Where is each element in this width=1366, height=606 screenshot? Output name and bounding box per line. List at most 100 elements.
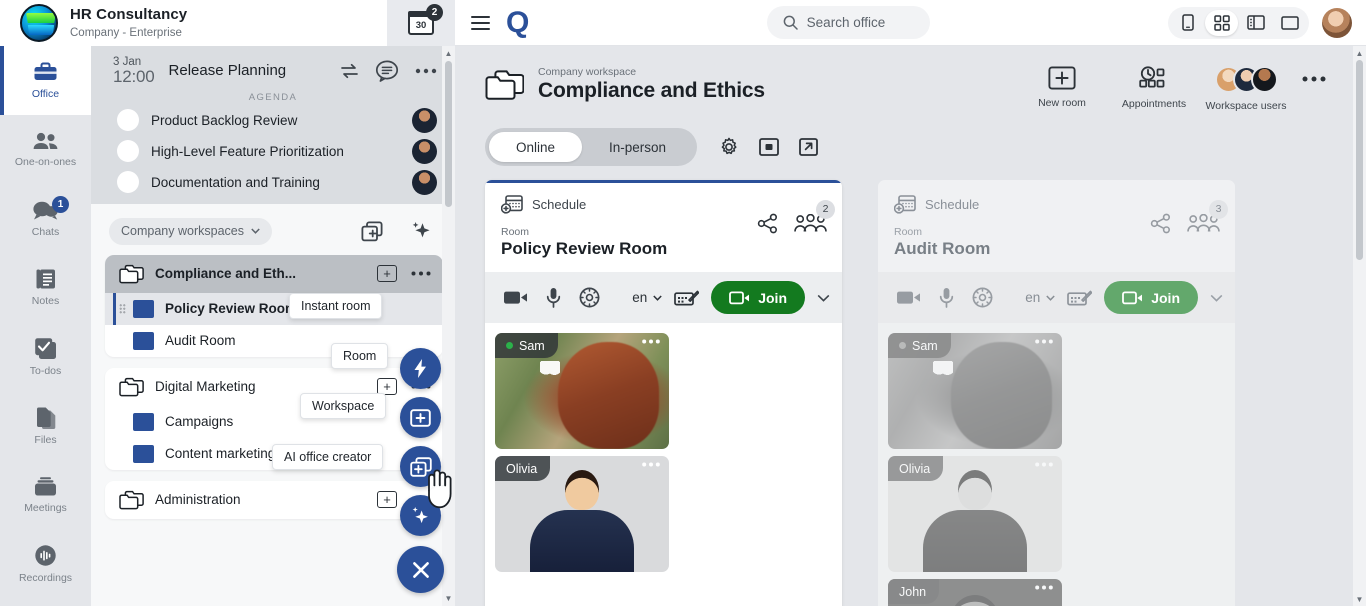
schedule-button[interactable]: Schedule xyxy=(894,194,1221,214)
scroll-down-icon[interactable]: ▼ xyxy=(442,591,455,606)
sidebar-item-meetings[interactable]: Meetings xyxy=(0,460,91,529)
sparkle-icon[interactable] xyxy=(411,220,433,242)
picture-in-picture-icon[interactable] xyxy=(759,138,779,156)
participants-button[interactable]: 3 xyxy=(1187,214,1220,234)
agenda-caption: AGENDA xyxy=(91,92,455,103)
add-workspace-icon[interactable] xyxy=(361,221,383,242)
scrollbar-thumb[interactable] xyxy=(1356,60,1363,260)
workspace-actions: + xyxy=(377,265,431,282)
whiteboard-icon[interactable] xyxy=(1067,289,1092,307)
more-icon[interactable] xyxy=(1035,462,1053,467)
more-icon[interactable] xyxy=(1035,339,1053,344)
drag-handle[interactable] xyxy=(119,303,126,314)
gear-icon[interactable] xyxy=(719,137,739,157)
more-icon[interactable] xyxy=(1035,585,1053,590)
new-workspace-button[interactable] xyxy=(400,446,441,487)
more-icon[interactable] xyxy=(642,339,660,344)
main-scrollbar[interactable]: ▲ ▼ xyxy=(1353,46,1366,606)
room-item-campaigns[interactable]: Campaigns xyxy=(105,406,443,438)
sidebar-item-recordings[interactable]: Recordings xyxy=(0,529,91,598)
microphone-icon[interactable] xyxy=(546,287,561,308)
join-button[interactable]: Join xyxy=(711,281,805,314)
more-icon[interactable] xyxy=(411,271,431,276)
sidebar-item-label: To-dos xyxy=(30,365,62,377)
sidebar-item-notes[interactable]: Notes xyxy=(0,253,91,322)
tooltip-instant-room: Instant room xyxy=(289,293,382,319)
language-selector[interactable]: en xyxy=(1025,290,1055,305)
room-item-audit[interactable]: Audit Room xyxy=(105,325,443,357)
tab-online[interactable]: Online xyxy=(489,132,582,162)
more-icon[interactable] xyxy=(1292,76,1336,82)
list-item[interactable]: Documentation and Training xyxy=(101,167,445,198)
join-options-chevron-down-icon[interactable] xyxy=(1210,294,1223,302)
view-toggle-mobile[interactable] xyxy=(1171,10,1204,36)
join-options-chevron-down-icon[interactable] xyxy=(817,294,830,302)
appointments-button[interactable]: Appointments xyxy=(1108,66,1200,110)
camera-icon[interactable] xyxy=(896,289,921,306)
participant-tile-sam[interactable]: Sam xyxy=(888,333,1062,449)
expand-icon[interactable] xyxy=(799,138,818,156)
list-item[interactable]: High-Level Feature Prioritization xyxy=(101,136,445,167)
participant-tile-olivia[interactable]: Olivia xyxy=(888,456,1062,572)
whiteboard-icon[interactable] xyxy=(674,289,699,307)
new-room-button[interactable] xyxy=(400,397,441,438)
scroll-up-icon[interactable]: ▲ xyxy=(442,46,455,61)
list-item[interactable]: Product Backlog Review xyxy=(101,105,445,136)
plus-square-icon xyxy=(410,409,431,427)
plus-square-icon[interactable]: + xyxy=(377,265,397,282)
calendar-button[interactable]: 30 2 xyxy=(387,0,455,46)
view-toggle-single[interactable] xyxy=(1273,10,1306,36)
more-icon[interactable] xyxy=(642,462,660,467)
scroll-up-icon[interactable]: ▲ xyxy=(1353,46,1366,60)
view-toggle-split[interactable] xyxy=(1239,10,1272,36)
sidebar-item-chats[interactable]: 1 Chats xyxy=(0,184,91,253)
scroll-down-icon[interactable]: ▼ xyxy=(1353,592,1366,606)
workspace-selector[interactable]: Company workspaces xyxy=(109,218,272,245)
hamburger-icon[interactable] xyxy=(471,16,490,30)
participant-name: Sam xyxy=(912,339,938,353)
workspace-header-administration[interactable]: Administration + xyxy=(105,481,443,519)
meetings-icon xyxy=(33,476,58,497)
view-toggle-grid[interactable] xyxy=(1205,10,1238,36)
agenda-checkbox[interactable] xyxy=(117,109,139,131)
company-plan: Company - Enterprise xyxy=(70,26,187,40)
settings-icon[interactable] xyxy=(972,287,993,308)
language-selector[interactable]: en xyxy=(632,290,662,305)
sidebar-item-one-on-ones[interactable]: One-on-ones xyxy=(0,115,91,184)
workspace-header-digital-marketing[interactable]: Digital Marketing + xyxy=(105,368,443,406)
share-icon[interactable] xyxy=(1150,213,1171,234)
participant-tile-olivia[interactable]: Olivia xyxy=(495,456,669,572)
chats-badge: 1 xyxy=(52,196,69,213)
workspace-users-button[interactable]: Workspace users xyxy=(1200,66,1292,112)
participant-tile-john[interactable]: John xyxy=(888,579,1062,606)
close-fab-menu-button[interactable] xyxy=(397,546,444,593)
tab-in-person[interactable]: In-person xyxy=(582,132,693,162)
scrollbar-thumb[interactable] xyxy=(445,61,452,207)
share-icon[interactable] xyxy=(757,213,778,234)
room-item-policy-review[interactable]: Policy Review Room xyxy=(105,293,443,325)
participant-tile-sam[interactable]: Sam xyxy=(495,333,669,449)
tab-bar: Online In-person xyxy=(455,112,1366,166)
search-input[interactable]: Search office xyxy=(767,6,930,39)
agenda-checkbox[interactable] xyxy=(117,140,139,162)
sidebar-item-office[interactable]: Office xyxy=(0,46,91,115)
camera-icon[interactable] xyxy=(503,289,528,306)
participants-button[interactable]: 2 xyxy=(794,214,827,234)
ai-office-creator-button[interactable] xyxy=(400,495,441,536)
transfer-icon[interactable] xyxy=(340,63,359,79)
chat-icon[interactable] xyxy=(375,60,399,82)
user-avatar[interactable] xyxy=(1322,8,1352,38)
sparkle-icon xyxy=(410,505,431,526)
plus-square-icon[interactable]: + xyxy=(377,491,397,508)
instant-room-button[interactable] xyxy=(400,348,441,389)
agenda-checkbox[interactable] xyxy=(117,171,139,193)
workspace-header-compliance[interactable]: Compliance and Eth... + xyxy=(105,255,443,293)
settings-icon[interactable] xyxy=(579,287,600,308)
microphone-icon[interactable] xyxy=(939,287,954,308)
new-room-button[interactable]: New room xyxy=(1016,66,1108,109)
more-icon[interactable] xyxy=(415,68,437,74)
sidebar-item-files[interactable]: Files xyxy=(0,391,91,460)
sidebar-item-to-dos[interactable]: To-dos xyxy=(0,322,91,391)
schedule-button[interactable]: Schedule xyxy=(501,194,828,214)
join-button[interactable]: Join xyxy=(1104,281,1198,314)
